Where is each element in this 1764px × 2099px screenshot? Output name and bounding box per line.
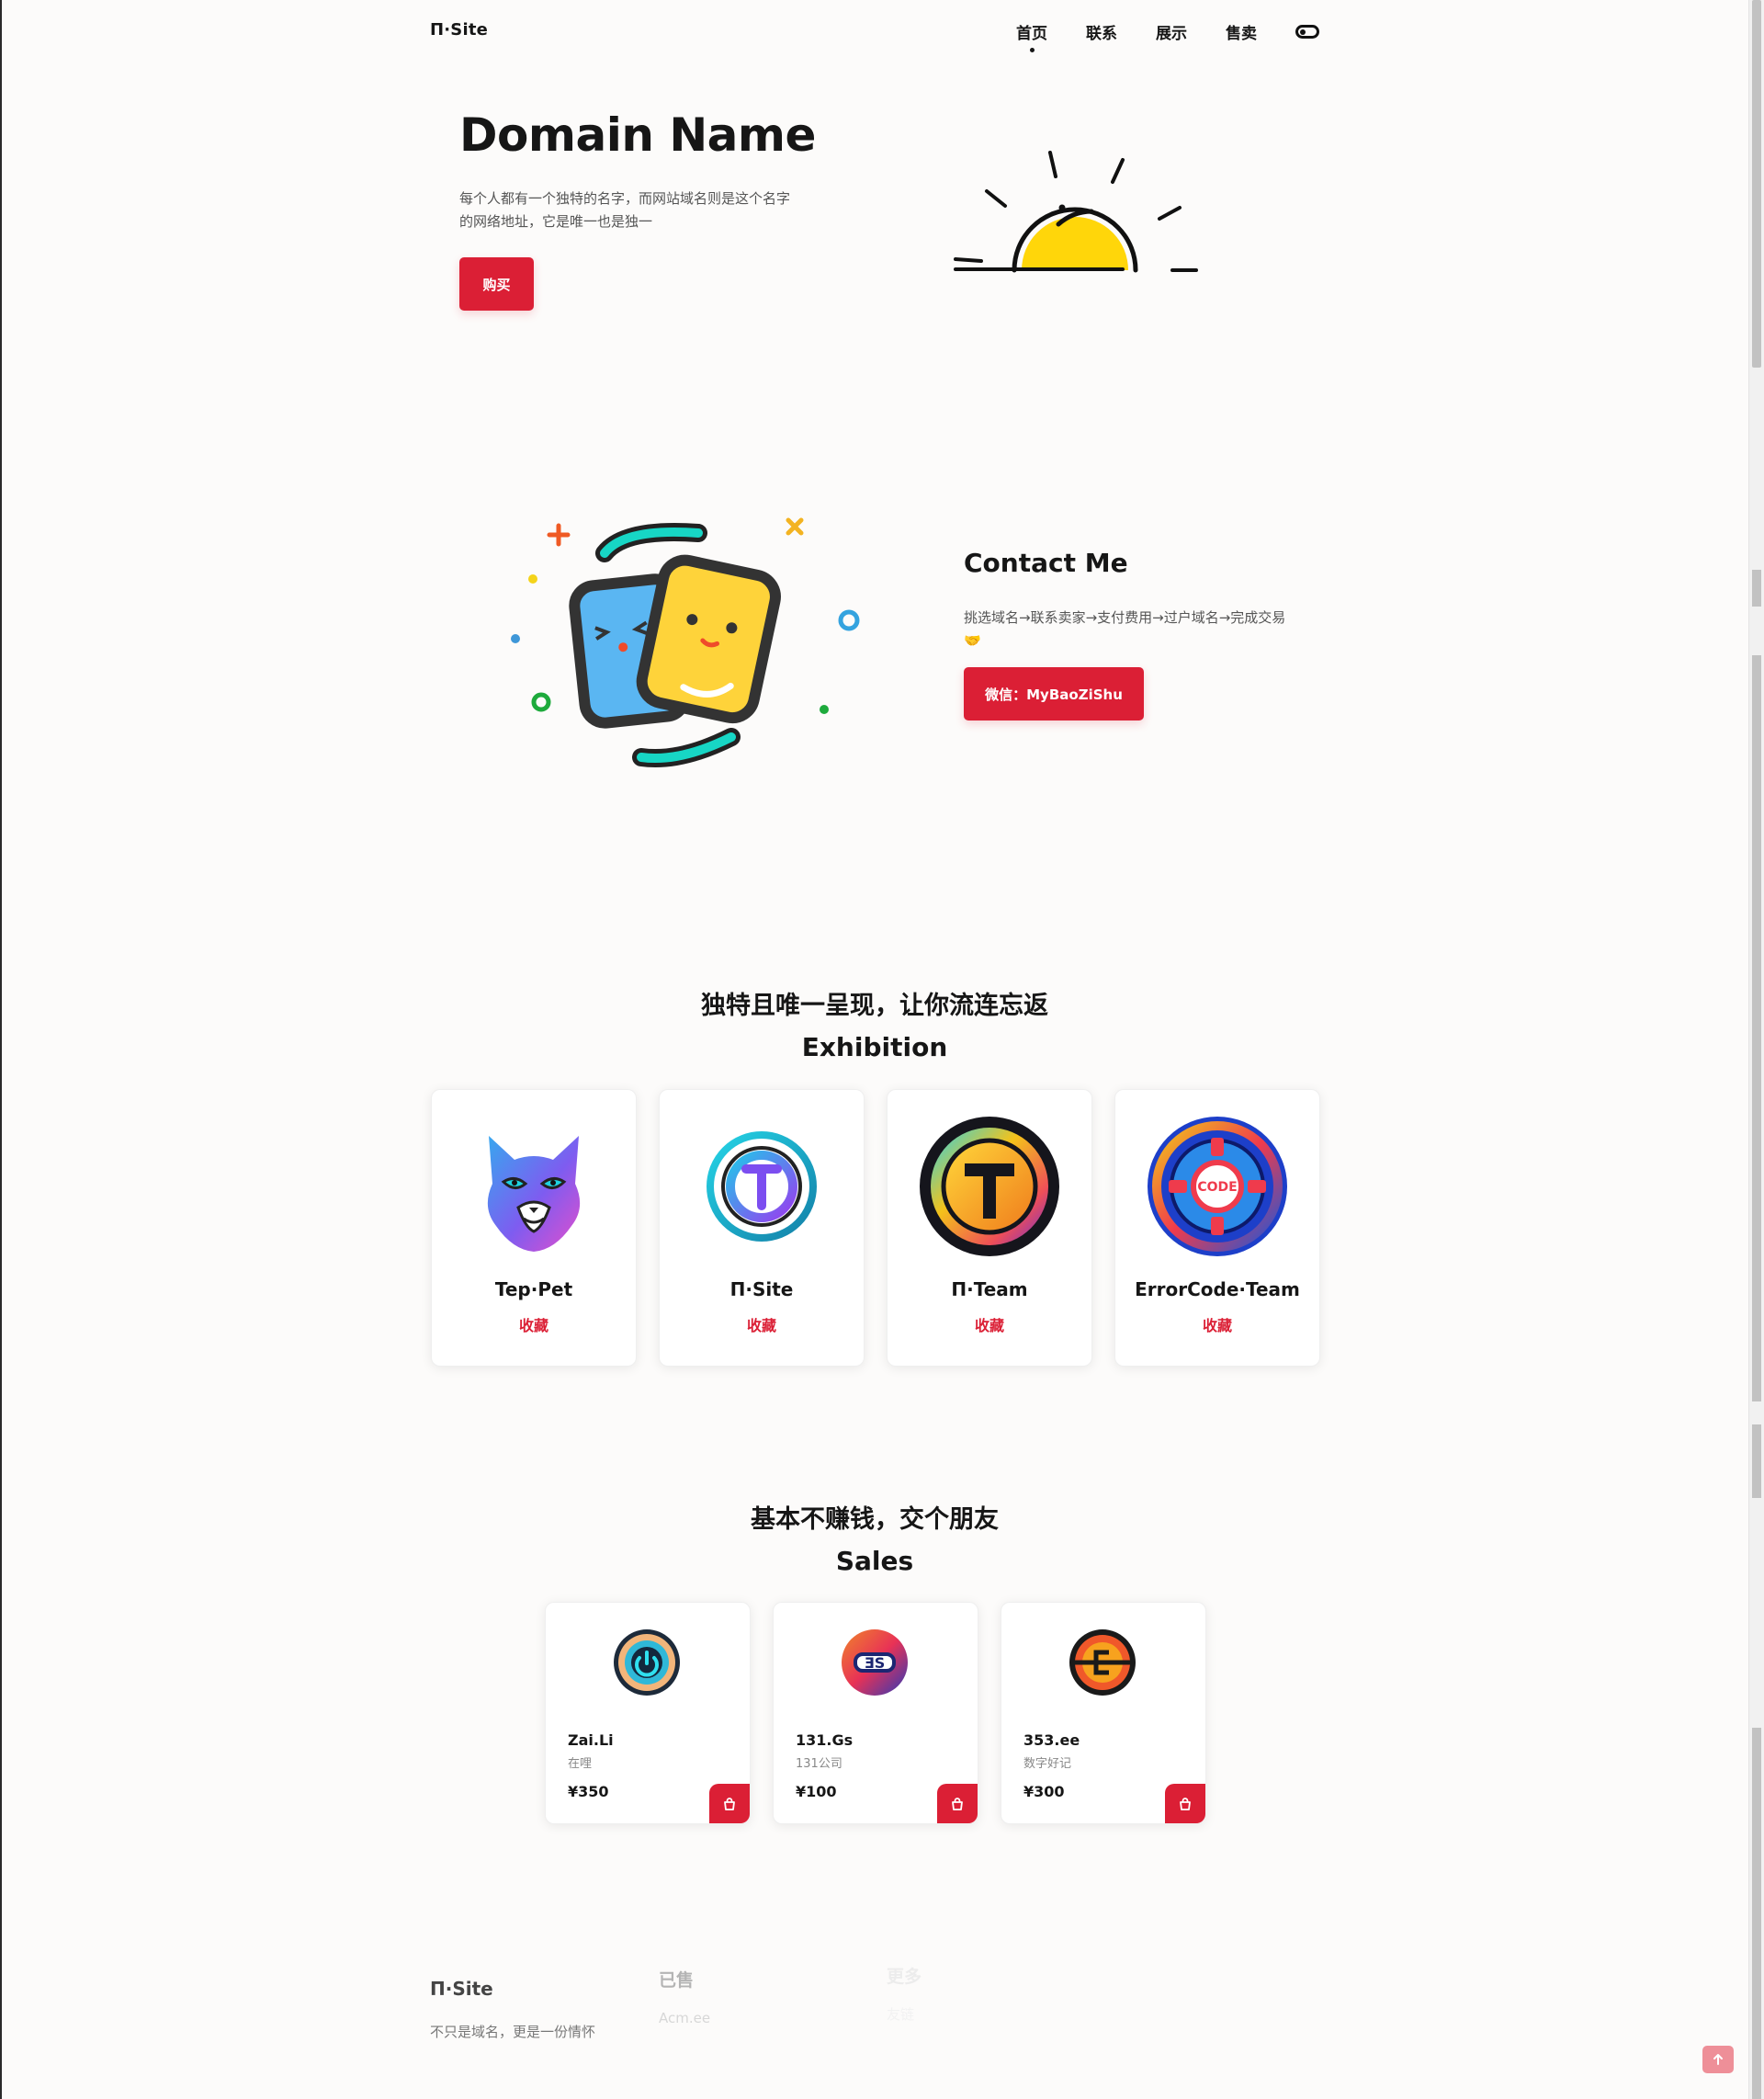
sale-domain-desc: 在哩 <box>568 1757 593 1771</box>
main-nav: 首页 联系 展示 售卖 <box>1016 20 1319 52</box>
sunrise-illustration <box>954 151 1198 273</box>
sale-domain-name: 131.Gs <box>796 1731 854 1749</box>
svg-text:ƎS: ƎS <box>865 1654 885 1672</box>
shopping-bag-icon[interactable] <box>709 1784 750 1823</box>
favorite-link[interactable]: 收藏 <box>1115 1313 1319 1335</box>
exhibit-name: Tep·Pet <box>494 1278 573 1300</box>
power-logo-icon <box>614 1629 680 1696</box>
two-friends-illustration <box>511 517 860 768</box>
sale-domain-desc: 数字好记 <box>1023 1757 1072 1771</box>
sales-heading: 基本不赚钱，交个朋友 Sales <box>0 1499 1749 1576</box>
exhibit-card-1[interactable]: Tep·Pet 收藏 <box>431 1089 637 1367</box>
scrollbar-thumb[interactable] <box>1752 0 1761 368</box>
sales-heading-cn: 基本不赚钱，交个朋友 <box>751 1505 999 1534</box>
footer-sold-title: 已售 <box>659 1970 695 1991</box>
favorite-link[interactable]: 收藏 <box>660 1313 864 1335</box>
exhibition-heading-en: Exhibition <box>801 1032 948 1062</box>
site-logo[interactable]: Π·Site <box>430 20 488 40</box>
page-scrollbar[interactable] <box>1748 0 1764 2099</box>
contact-description: 挑选域名→联系卖家→支付费用→过户域名→完成交易🤝 <box>964 609 1286 649</box>
sale-domain-name: Zai.Li <box>568 1731 614 1749</box>
favorite-link[interactable]: 收藏 <box>432 1313 636 1335</box>
sale-price: ¥350 <box>568 1783 609 1800</box>
nav-exhibition[interactable]: 展示 <box>1156 20 1187 43</box>
exhibit-name: Π·Team <box>951 1278 1028 1300</box>
code-gear-logo-icon: CODE <box>1148 1117 1287 1256</box>
site-header: Π·Site 首页 联系 展示 售卖 <box>430 20 1319 62</box>
footer-more-title: 更多 <box>887 1967 922 1987</box>
shopping-bag-icon[interactable] <box>937 1784 978 1823</box>
e-logo-icon <box>1069 1629 1136 1696</box>
hero-description: 每个人都有一个独特的名字，而网站域名则是这个名字的网络地址，它是唯一也是独一 <box>459 190 791 230</box>
footer-more-item[interactable]: 友链 <box>887 2004 914 2024</box>
back-to-top-icon[interactable] <box>1702 2046 1734 2073</box>
exhibit-name: ErrorCode·Team <box>1135 1278 1300 1300</box>
nav-home[interactable]: 首页 <box>1016 20 1047 52</box>
sale-price: ¥100 <box>796 1783 837 1800</box>
sales-heading-en: Sales <box>835 1546 914 1576</box>
footer-logo[interactable]: Π·Site <box>430 1978 493 2000</box>
sale-card-1[interactable]: Zai.Li 在哩 ¥350 <box>545 1602 751 1824</box>
nav-contact[interactable]: 联系 <box>1086 20 1117 43</box>
sale-card-3[interactable]: 353.ee 数字好记 ¥300 <box>1001 1602 1206 1824</box>
footer-sold-item[interactable]: Acm.ee <box>659 2010 710 2026</box>
exhibition-heading-cn: 独特且唯一呈现，让你流连忘返 <box>701 992 1048 1020</box>
buy-button[interactable]: 购买 <box>459 257 534 311</box>
nav-sales[interactable]: 售卖 <box>1226 20 1257 43</box>
svg-text:CODE: CODE <box>1197 1180 1237 1195</box>
wechat-button[interactable]: 微信：MyBaoZiShu <box>964 667 1144 720</box>
theme-toggle-icon[interactable] <box>1295 25 1319 39</box>
gs-logo-icon: ƎS <box>842 1629 908 1696</box>
sale-card-2[interactable]: ƎS 131.Gs 131公司 ¥100 <box>773 1602 978 1824</box>
footer-slogan: 不只是域名，更是一份情怀 <box>430 2024 596 2040</box>
shopping-bag-icon[interactable] <box>1165 1784 1205 1823</box>
sale-domain-name: 353.ee <box>1023 1731 1080 1749</box>
favorite-link[interactable]: 收藏 <box>888 1313 1091 1335</box>
hero-title: Domain Name <box>459 108 816 162</box>
cat-logo-icon <box>487 1136 581 1252</box>
gold-t-logo-icon <box>920 1117 1059 1256</box>
contact-title: Contact Me <box>964 548 1128 578</box>
sale-price: ¥300 <box>1023 1783 1065 1800</box>
ring-t-logo-icon <box>707 1131 817 1242</box>
exhibit-name: Π·Site <box>729 1278 794 1300</box>
exhibit-card-2[interactable]: Π·Site 收藏 <box>659 1089 865 1367</box>
sale-domain-desc: 131公司 <box>796 1757 842 1771</box>
exhibit-card-4[interactable]: CODE ErrorCode·Team 收藏 <box>1114 1089 1320 1367</box>
exhibition-heading: 独特且唯一呈现，让你流连忘返 Exhibition <box>0 985 1749 1062</box>
exhibit-card-3[interactable]: Π·Team 收藏 <box>887 1089 1092 1367</box>
